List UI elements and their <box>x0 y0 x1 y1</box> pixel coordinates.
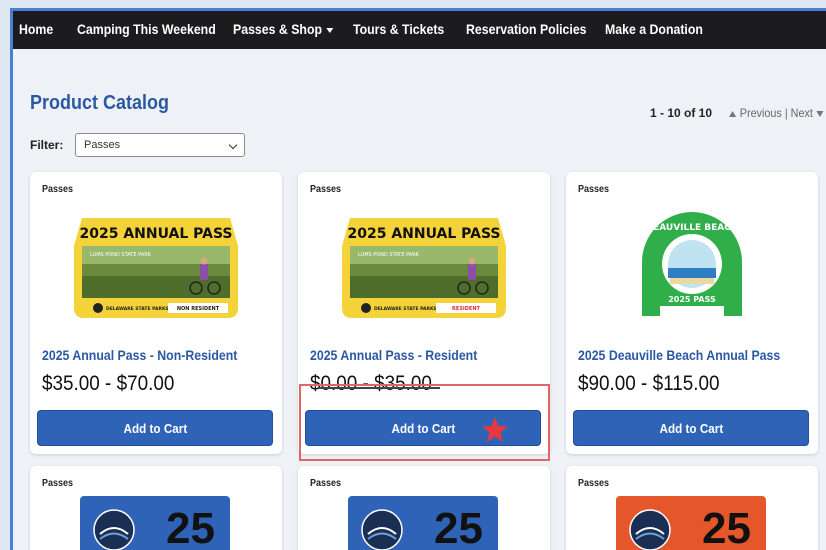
nav-home[interactable]: Home <box>19 21 53 37</box>
filter-selected-value: Passes <box>84 139 121 151</box>
product-card: Passes 2025 ANNUAL PASS LUMS POND STATE … <box>30 172 282 454</box>
previous-arrow-icon <box>729 111 737 117</box>
chevron-down-icon <box>228 140 238 150</box>
product-card: Passes 25 <box>30 466 282 550</box>
next-arrow-icon <box>816 111 825 117</box>
product-price: $90.00 - $115.00 <box>578 372 720 395</box>
add-to-cart-button[interactable]: Add to Cart <box>573 410 809 446</box>
add-to-cart-label: Add to Cart <box>659 420 723 436</box>
pass-number: 25 <box>166 504 215 550</box>
pager: 1 - 10 of 10 Previous | Next <box>650 106 826 120</box>
pass-heading: 2025 ANNUAL PASS <box>79 226 232 242</box>
filter-label: Filter: <box>30 138 64 152</box>
product-category: Passes <box>310 184 342 195</box>
nav-reservation-policies[interactable]: Reservation Policies <box>466 21 587 37</box>
pass-brand: DELAWARE STATE PARKS <box>374 306 437 312</box>
state-parks-seal-icon <box>361 509 403 550</box>
pass-number: 25 <box>702 504 751 550</box>
pass-tag: NON RESIDENT <box>177 306 220 312</box>
pass-number: 25 <box>434 504 483 550</box>
nav-passes-shop-label: Passes & Shop <box>233 21 323 37</box>
annual-pass-image[interactable]: 2025 ANNUAL PASS LUMS POND STATE PARK DE… <box>340 216 508 320</box>
pass-tag-image[interactable]: 25 <box>616 496 766 550</box>
state-parks-seal-icon <box>629 509 671 550</box>
product-category: Passes <box>578 478 610 489</box>
filter-select[interactable]: Passes <box>75 133 245 157</box>
pass-park: LUMS POND STATE PARK <box>358 252 420 258</box>
product-title[interactable]: 2025 Annual Pass - Non-Resident <box>42 347 237 363</box>
pass-tag-image[interactable]: 25 <box>348 496 498 550</box>
add-to-cart-button[interactable]: Add to Cart <box>37 410 273 446</box>
product-price: $35.00 - $70.00 <box>42 372 175 395</box>
pager-separator: | <box>785 106 789 120</box>
star-icon <box>482 417 508 442</box>
pass-brand: DELAWARE STATE PARKS <box>106 306 169 312</box>
product-category: Passes <box>578 184 610 195</box>
beach-heading: DEAUVILLE BEACH <box>646 223 739 233</box>
product-title[interactable]: 2025 Deauville Beach Annual Pass <box>578 347 780 363</box>
result-count: 1 - 10 of 10 <box>650 106 713 120</box>
pass-park: LUMS POND STATE PARK <box>90 252 152 258</box>
pass-tag-image[interactable]: 25 <box>80 496 230 550</box>
previous-link[interactable]: Previous <box>740 106 782 120</box>
top-nav: Home Camping This Weekend Passes & Shop … <box>13 11 826 49</box>
nav-camping-this-weekend[interactable]: Camping This Weekend <box>77 21 216 37</box>
nav-make-donation[interactable]: Make a Donation <box>605 21 703 37</box>
nav-passes-shop[interactable]: Passes & Shop <box>233 21 334 37</box>
annual-pass-image[interactable]: 2025 ANNUAL PASS LUMS POND STATE PARK DE… <box>72 216 240 320</box>
product-title[interactable]: 2025 Annual Pass - Resident <box>310 347 477 363</box>
next-link[interactable]: Next <box>791 106 813 120</box>
pass-tag: RESIDENT <box>452 306 480 312</box>
nav-tours-tickets[interactable]: Tours & Tickets <box>353 21 444 37</box>
product-category: Passes <box>42 184 74 195</box>
pager-links: Previous | Next <box>729 106 825 120</box>
caret-down-icon <box>326 27 334 33</box>
page-title: Product Catalog <box>30 92 170 114</box>
product-card: Passes 25 <box>566 466 818 550</box>
beach-pass-image[interactable]: DEAUVILLE BEACH 2025 PASS <box>636 212 748 322</box>
beach-pass-label: 2025 PASS <box>668 295 716 304</box>
product-card: Passes 25 <box>298 466 550 550</box>
state-parks-seal-icon <box>93 509 135 550</box>
add-to-cart-label: Add to Cart <box>123 420 187 436</box>
pass-heading: 2025 ANNUAL PASS <box>347 226 500 242</box>
product-category: Passes <box>42 478 74 489</box>
product-category: Passes <box>310 478 342 489</box>
product-card: Passes DEAUVILLE BEACH 2025 PASS 2025 De… <box>566 172 818 454</box>
highlight-box <box>299 384 550 461</box>
